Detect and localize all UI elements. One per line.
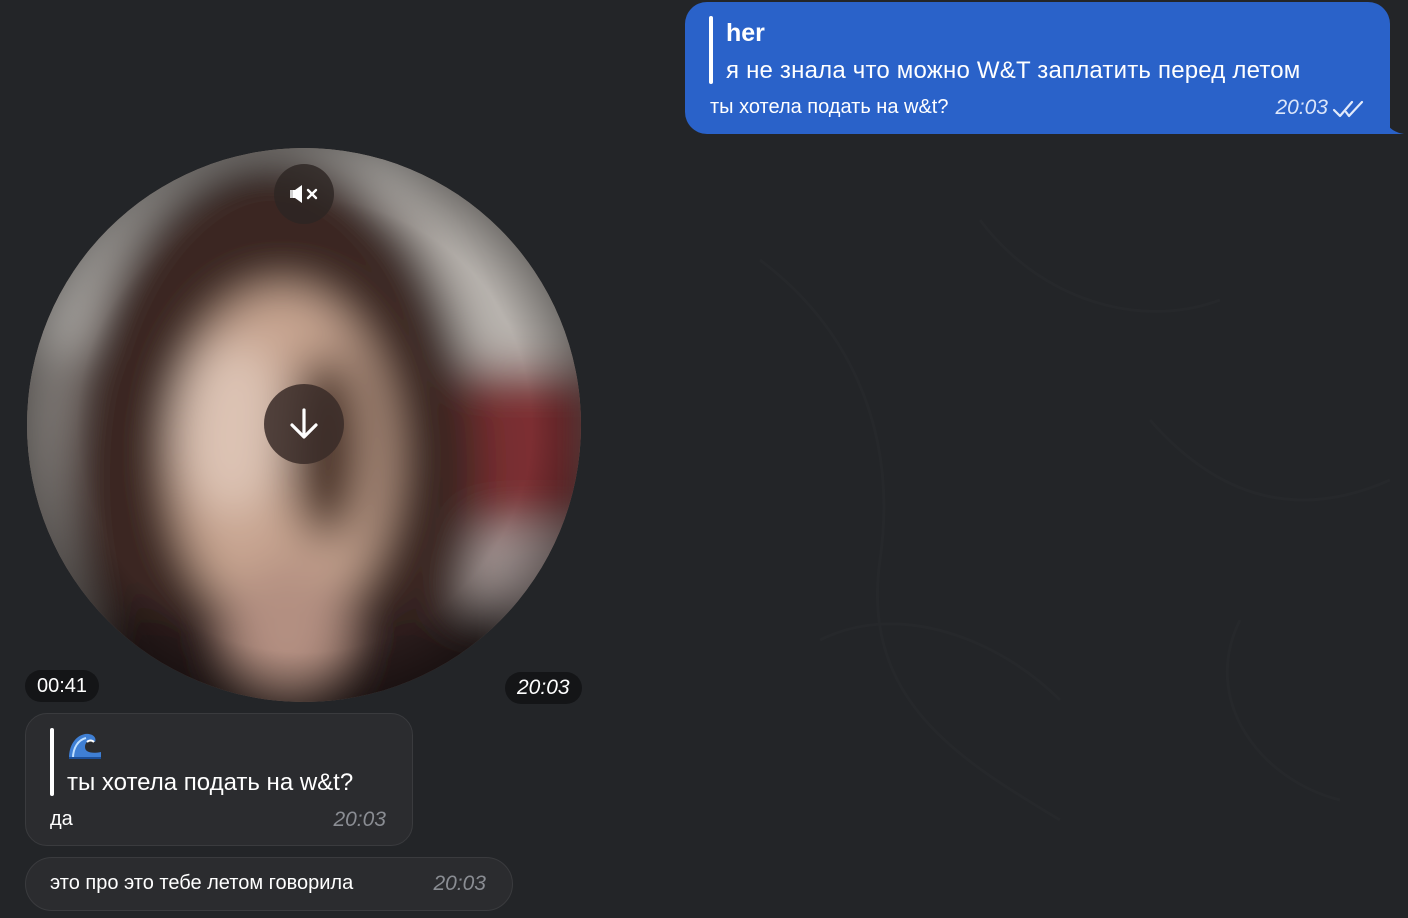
reply-quote-text: ты хотела подать на w&t? <box>67 769 354 796</box>
incoming-message-bubble[interactable]: ты хотела подать на w&t? да 20:03 <box>25 713 413 846</box>
speaker-muted-icon <box>290 185 318 203</box>
message-time: 20:03 <box>333 808 386 831</box>
incoming-message-bubble[interactable]: это про это тебе летом говорила 20:03 <box>25 857 513 911</box>
video-duration-badge: 00:41 <box>25 670 100 702</box>
arrow-down-icon <box>290 408 318 439</box>
reply-quote-author: her <box>726 19 765 47</box>
reply-quote-text: я не знала что можно W&T заплатить перед… <box>726 57 1301 84</box>
message-text: это про это тебе летом говорила <box>50 872 354 894</box>
message-time: 20:03 <box>433 872 486 895</box>
message-time: 20:03 <box>1275 96 1328 119</box>
wave-emoji-icon <box>69 733 101 759</box>
outgoing-message-bubble[interactable]: her я не знала что можно W&T заплатить п… <box>685 2 1404 134</box>
double-check-icon <box>1332 100 1364 118</box>
message-text: ты хотела подать на w&t? <box>710 96 949 118</box>
video-time-badge: 20:03 <box>505 672 582 704</box>
reply-quote-bar <box>50 728 54 796</box>
bubble-tail <box>1384 116 1404 134</box>
message-text: да <box>50 808 73 830</box>
reply-quote-bar <box>709 16 713 84</box>
unmute-button[interactable] <box>274 164 334 224</box>
download-button[interactable] <box>264 384 344 464</box>
